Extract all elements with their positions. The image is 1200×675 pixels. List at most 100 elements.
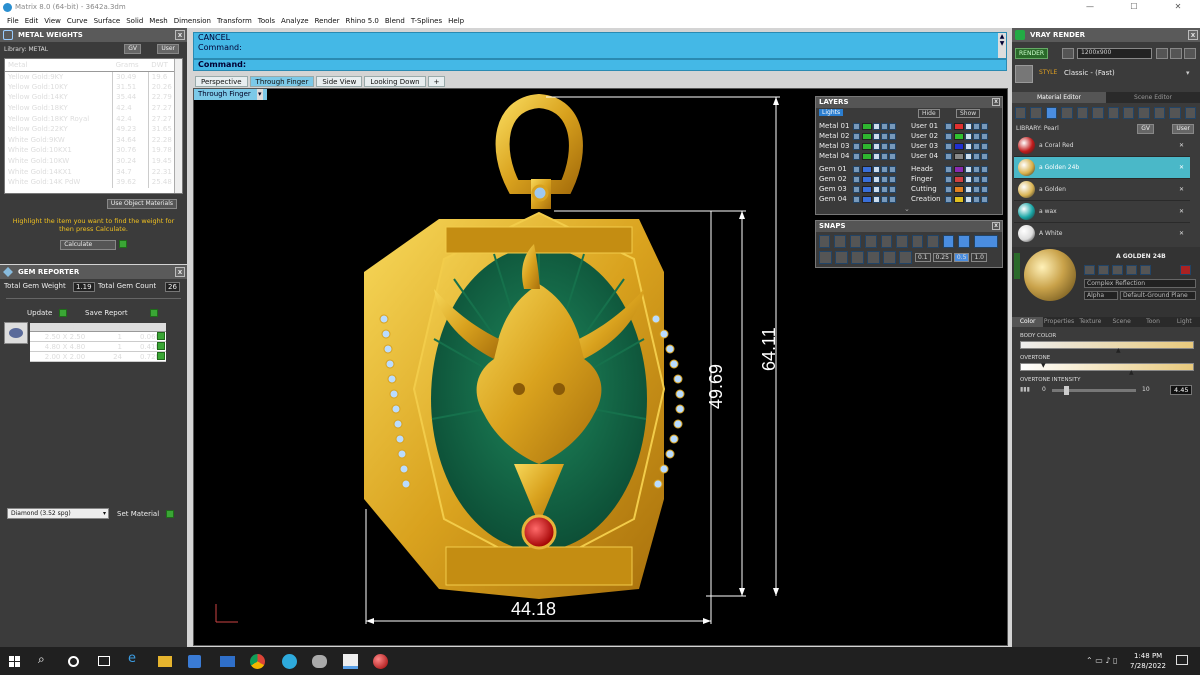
layer-render-icon[interactable] — [889, 175, 896, 183]
edge-icon[interactable]: e — [128, 651, 144, 667]
bump-icon[interactable] — [1169, 107, 1181, 119]
layer-visible-icon[interactable] — [973, 142, 980, 150]
rhino-icon[interactable] — [312, 655, 327, 668]
metal-row[interactable]: Yellow Gold:14KY 35.44 22.79 — [5, 92, 182, 103]
layer-row[interactable]: Gem 02 — [819, 174, 907, 184]
layer-select-icon[interactable] — [945, 122, 952, 130]
layer-render-icon[interactable] — [981, 152, 988, 160]
search-icon[interactable]: ⌕ — [38, 652, 54, 668]
settings-icon[interactable] — [1184, 48, 1196, 59]
layer-row[interactable]: Finger — [911, 174, 1001, 184]
layer-lock-icon[interactable] — [873, 132, 880, 140]
layer-lock-icon[interactable] — [965, 175, 972, 183]
command-input[interactable]: Command: — [193, 59, 1007, 71]
snap-mode-4-icon[interactable] — [867, 251, 880, 264]
layer-row[interactable]: Gem 01 — [819, 164, 907, 174]
layer-visible-icon[interactable] — [973, 185, 980, 193]
layer-visible-icon[interactable] — [881, 185, 888, 193]
task-view-icon[interactable] — [68, 656, 79, 667]
material-list[interactable]: a Coral Red ✕ a Golden 24b ✕ a Golden ✕ a wax ✕… — [1014, 135, 1190, 243]
layer-visible-icon[interactable] — [973, 152, 980, 160]
snap-near-icon[interactable] — [834, 235, 846, 248]
remove-material-icon[interactable]: ✕ — [1179, 208, 1184, 215]
preview-tool-1-icon[interactable] — [1084, 265, 1095, 275]
copy-icon[interactable] — [1156, 48, 1168, 59]
material-item[interactable]: A White ✕ — [1014, 223, 1190, 243]
layer-row[interactable]: Heads — [911, 164, 1001, 174]
style-value[interactable]: Classic - (Fast) — [1064, 69, 1115, 77]
col-grams[interactable]: Grams — [112, 59, 149, 72]
layer-render-icon[interactable] — [981, 132, 988, 140]
store-icon[interactable] — [188, 655, 201, 668]
layer-lock-icon[interactable] — [873, 195, 880, 203]
menu-solid[interactable]: Solid — [123, 14, 146, 28]
layer-render-icon[interactable] — [889, 132, 896, 140]
file-explorer-icon[interactable] — [158, 656, 172, 667]
metal-scrollbar[interactable] — [174, 59, 182, 193]
menu-help[interactable]: Help — [445, 14, 467, 28]
hide-button[interactable]: Hide — [918, 109, 940, 118]
menu-view[interactable]: View — [41, 14, 64, 28]
layer-row[interactable]: Metal 03 — [819, 141, 907, 151]
use-object-materials-checkbox[interactable]: Use Object Materials — [106, 199, 177, 209]
maximize-button[interactable]: ☐ — [1112, 0, 1156, 14]
preview-tool-3-icon[interactable] — [1112, 265, 1123, 275]
layer-visible-icon[interactable] — [881, 175, 888, 183]
close-icon[interactable]: x — [992, 98, 1000, 106]
layer-render-icon[interactable] — [981, 175, 988, 183]
snap-grid-toggle[interactable] — [973, 235, 999, 248]
layer-render-icon[interactable] — [981, 142, 988, 150]
layer-color-swatch[interactable] — [954, 152, 964, 160]
close-icon[interactable]: x — [992, 222, 1000, 230]
layer-row[interactable]: User 02 — [911, 131, 1001, 141]
material-item[interactable]: a Golden 24b ✕ — [1014, 157, 1190, 179]
material-item[interactable]: a wax ✕ — [1014, 201, 1190, 223]
layer-select-icon[interactable] — [853, 195, 860, 203]
layer-lock-icon[interactable] — [965, 185, 972, 193]
user-button[interactable]: User — [1172, 124, 1194, 134]
snap-tan-icon[interactable] — [927, 235, 939, 248]
snap-mode-1-icon[interactable] — [819, 251, 832, 264]
gv-button[interactable]: GV — [124, 44, 141, 54]
layer-lock-icon[interactable] — [965, 152, 972, 160]
clock-time[interactable]: 1:48 PM — [1134, 652, 1162, 660]
layer-render-icon[interactable] — [981, 165, 988, 173]
render-button[interactable]: RENDER — [1015, 48, 1049, 59]
complex-reflection-select[interactable]: Complex Reflection — [1084, 279, 1196, 288]
layer-lock-icon[interactable] — [965, 122, 972, 130]
layer-color-swatch[interactable] — [862, 122, 872, 130]
layer-select-icon[interactable] — [945, 185, 952, 193]
metal-row[interactable]: White Gold:10KX1 30.76 19.78 — [5, 145, 182, 156]
layer-color-swatch[interactable] — [954, 132, 964, 140]
menu-analyze[interactable]: Analyze — [278, 14, 312, 28]
set-material-go-icon[interactable] — [166, 510, 174, 518]
tab-perspective[interactable]: Perspective — [195, 76, 248, 87]
snap-value-01[interactable]: 0.1 — [915, 253, 931, 262]
menu-mesh[interactable]: Mesh — [146, 14, 170, 28]
menu-render[interactable]: Render — [312, 14, 343, 28]
layer-color-swatch[interactable] — [954, 195, 964, 203]
layer-visible-icon[interactable] — [881, 195, 888, 203]
menu-surface[interactable]: Surface — [91, 14, 124, 28]
layer-select-icon[interactable] — [853, 132, 860, 140]
remove-material-icon[interactable]: ✕ — [1179, 230, 1184, 237]
snap-point-icon[interactable] — [849, 235, 862, 248]
layer-select-icon[interactable] — [853, 142, 860, 150]
layer-select-icon[interactable] — [853, 122, 860, 130]
layer-color-swatch[interactable] — [954, 175, 964, 183]
drop-icon[interactable] — [1015, 107, 1027, 119]
layer-render-icon[interactable] — [981, 122, 988, 130]
layer-render-icon[interactable] — [889, 185, 896, 193]
snap-mid-icon[interactable] — [865, 235, 877, 248]
intensity-handle[interactable] — [1064, 386, 1069, 395]
menu-file[interactable]: File — [4, 14, 22, 28]
metal-icon[interactable] — [1061, 107, 1073, 119]
gem-row-go-icon[interactable] — [157, 352, 165, 360]
overtone-slider[interactable]: ▼ ▲ — [1020, 362, 1194, 376]
snap-mode-2-icon[interactable] — [835, 251, 848, 264]
layer-lock-icon[interactable] — [873, 122, 880, 130]
layer-render-icon[interactable] — [981, 195, 988, 203]
clock-date[interactable]: 7/28/2022 — [1130, 662, 1166, 670]
calculate-button[interactable]: Calculate — [60, 240, 117, 250]
checker-icon[interactable] — [1122, 107, 1135, 119]
